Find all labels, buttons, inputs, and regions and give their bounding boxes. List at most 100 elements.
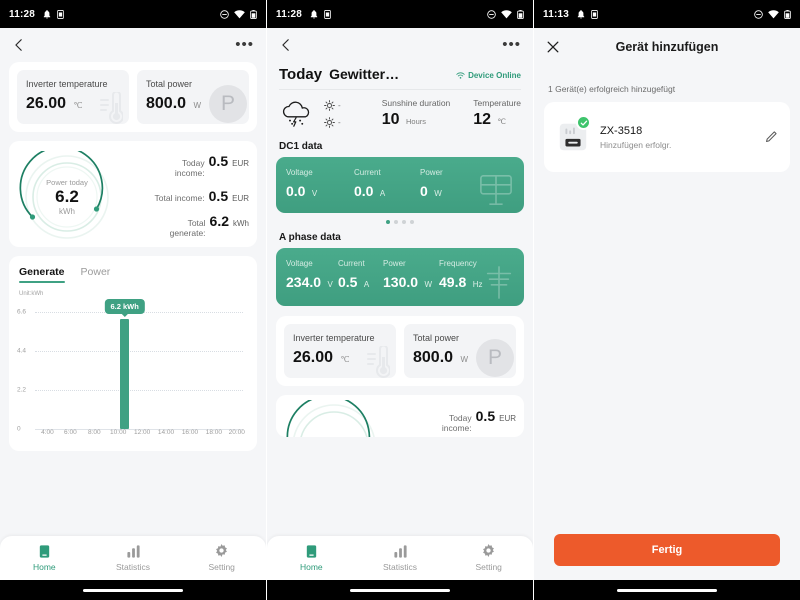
status-bar: 11:28 [0, 0, 266, 28]
x-axis-tick: 20:00 [228, 429, 245, 436]
done-button[interactable]: Fertig [554, 534, 780, 566]
nav-item-home[interactable]: Home [0, 544, 89, 572]
list-item[interactable]: ZX-3518 Hinzufügen erfolgr. [544, 102, 790, 172]
bar-chart-icon [126, 545, 140, 558]
tab-power[interactable]: Power [81, 266, 111, 283]
gesture-bar-area [267, 580, 533, 600]
add-device-body: 1 Gerät(e) erfolgreich hinzugefügt ZX-35… [534, 66, 800, 580]
device-status-badge: Device Online [456, 71, 521, 80]
y-axis-tick: 0 [17, 425, 21, 433]
chart-unit-label: Unit:kWh [19, 291, 44, 297]
app-bar: ••• [0, 28, 266, 62]
back-chevron-icon[interactable] [279, 38, 293, 52]
field-label: Voltage [286, 259, 313, 268]
phone-screen-add-device: 11:13 Gerät hinzufügen 1 Gerät(e) erfolg… [534, 0, 800, 600]
x-axis-tick: 4:00 [41, 429, 54, 436]
dc1-data-card: Voltage 0.0 V Current 0.0 A Power 0 W [276, 157, 524, 213]
temperature-metric: Temperature 12 ℃ [473, 98, 521, 129]
income-row: Total generate: 6.2 kWh [123, 213, 249, 239]
gesture-bar[interactable] [617, 588, 717, 592]
screenshot-root: 11:28 ••• Inverter temperature 26.00 ℃ T… [0, 0, 800, 600]
status-bar-time: 11:28 [276, 8, 303, 20]
field-value: 0.0 [286, 183, 306, 199]
pencil-icon[interactable] [764, 130, 778, 144]
y-axis-tick: 4.4 [17, 347, 27, 355]
field-value: 234.0 [286, 274, 322, 290]
field-value: 0.5 [338, 274, 358, 290]
field-label: Power [383, 259, 406, 268]
device-icon-wrapper [556, 115, 591, 154]
power-p-icon: P [209, 85, 247, 123]
wifi-icon [234, 9, 245, 18]
tab-generate[interactable]: Generate [19, 266, 65, 283]
more-options-icon[interactable]: ••• [235, 37, 254, 52]
solar-panel-icon [480, 175, 512, 205]
nav-item-statistics[interactable]: Statistics [356, 544, 445, 572]
app-bar: Gerät hinzufügen [534, 28, 800, 66]
stat-label: Inverter temperature [26, 79, 108, 89]
field-unit: V [327, 280, 333, 289]
pager-dot[interactable] [394, 220, 398, 224]
dc1-section-title: DC1 data [279, 141, 323, 152]
nav-item-home[interactable]: Home [267, 544, 356, 572]
close-icon[interactable] [546, 40, 560, 54]
generation-chart-card: Generate Power Unit:kWh 6.6 4.4 2.2 0 6.… [9, 256, 257, 451]
status-bar-time: 11:13 [543, 8, 570, 20]
dnd-icon [754, 9, 763, 19]
gesture-bar[interactable] [83, 588, 183, 592]
nav-item-setting[interactable]: Setting [444, 544, 533, 572]
sun-icon [324, 99, 335, 111]
home-scroll-body: Inverter temperature 26.00 ℃ Total power… [0, 62, 266, 536]
dnd-icon [487, 9, 496, 19]
app-bar: ••• [267, 28, 533, 62]
income-label: Today income: [441, 413, 472, 433]
field-value: 0 [420, 183, 428, 199]
weather-summary-row: - - Sunshine duration 10 Hours Temperatu… [267, 90, 533, 139]
field-unit: A [379, 189, 386, 198]
bottom-navigation: Home Statistics Setting [267, 536, 533, 580]
metric-value: 12 [473, 111, 492, 128]
chart-bar[interactable] [120, 318, 129, 429]
sim-card-icon [591, 9, 598, 19]
nav-item-statistics[interactable]: Statistics [89, 544, 178, 572]
pager-dot[interactable] [402, 220, 406, 224]
pager-dot[interactable] [410, 220, 414, 224]
metric-unit: ℃ [497, 117, 506, 126]
stat-label: Inverter temperature [293, 333, 375, 343]
income-value: 6.2 [209, 213, 229, 229]
income-unit: EUR [499, 414, 516, 424]
thermometer-icon [367, 346, 390, 378]
status-bar-time: 11:28 [9, 8, 36, 20]
field-value: 130.0 [383, 274, 419, 290]
gear-icon [483, 544, 495, 557]
sun-value: - [338, 100, 341, 110]
stat-value: 26.00 [26, 95, 67, 112]
weather-condition: Gewitter… [329, 66, 400, 82]
more-options-icon[interactable]: ••• [502, 37, 521, 52]
x-axis-tick: 10:00 [110, 429, 127, 436]
summary-stats-card: Inverter temperature 26.00 ℃ Total power… [276, 316, 524, 386]
metric-value: 10 [381, 111, 400, 128]
dc1-current: Current 0.0 A [354, 168, 420, 201]
home-icon [306, 545, 317, 558]
income-summary-list: Today income: 0.5 EUR [384, 408, 516, 434]
aphase-section-title: A phase data [279, 232, 341, 243]
field-value: 0.0 [354, 183, 374, 199]
device-name: ZX-3518 [600, 124, 643, 137]
back-chevron-icon[interactable] [12, 38, 26, 52]
income-value: 0.5 [208, 188, 229, 204]
pager-dot[interactable] [386, 220, 390, 224]
gesture-bar-area [534, 580, 800, 600]
gesture-bar[interactable] [350, 588, 450, 592]
aphase-power: Power 130.0 W [383, 259, 439, 292]
income-value: 0.5 [208, 153, 229, 170]
nav-label: Statistics [383, 562, 418, 572]
y-axis-tick: 6.6 [17, 308, 27, 316]
income-value: 0.5 [475, 408, 496, 425]
field-label: Power [420, 168, 443, 177]
chart-tabs: Generate Power [13, 262, 253, 283]
gauge-unit: kWh [59, 206, 75, 216]
nav-item-setting[interactable]: Setting [177, 544, 266, 572]
wifi-icon [456, 72, 465, 79]
status-bar: 11:13 [534, 0, 800, 28]
